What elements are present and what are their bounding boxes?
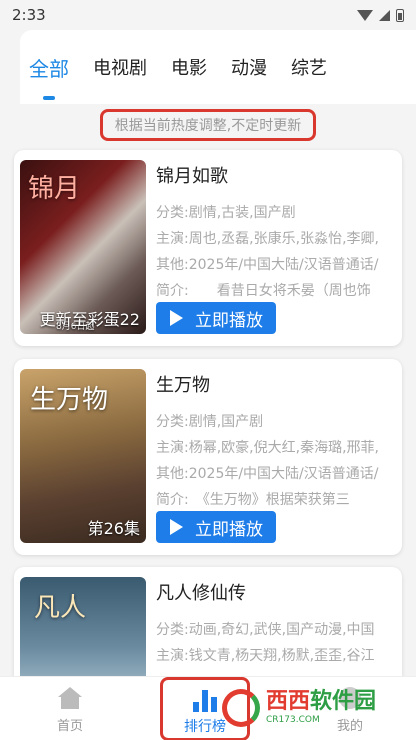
site-watermark: 西西软件园 CR173.COM [222, 686, 400, 730]
watermark-sub: CR173.COM [266, 715, 320, 725]
tab-movies[interactable]: 电影 [162, 54, 216, 80]
item-other: 其他:2025年/中国大陆/汉语普通话/ [156, 466, 379, 482]
tab-label: 全部 [29, 56, 69, 81]
tab-label: 综艺 [291, 58, 327, 79]
poster-title: 生万物 [30, 385, 109, 415]
item-category: 分类:动画,奇幻,武侠,国产动漫,中国 [156, 622, 375, 638]
status-icons [357, 8, 404, 22]
nav-home-label: 首页 [56, 719, 83, 734]
play-button-label: 立即播放 [195, 310, 263, 331]
play-button-label: 立即播放 [195, 519, 263, 540]
active-tab-indicator [43, 95, 55, 100]
item-title[interactable]: 凡人修仙传 [156, 579, 396, 605]
item-info: 锦月如歌 分类:剧情,古装,国产剧 主演:周也,丞磊,张康乐,张淼怡,李卿, 其… [156, 162, 396, 306]
watermark-text-a: 西西 [266, 689, 311, 714]
bar-chart-icon [192, 688, 218, 712]
poster-title: 锦月 [28, 174, 81, 204]
nav-home[interactable]: 首页 [40, 687, 100, 734]
tab-anime[interactable]: 动漫 [222, 54, 276, 80]
watermark-text: 西西软件园 CR173.COM [266, 689, 377, 726]
play-now-button[interactable]: 立即播放 [156, 302, 276, 334]
category-tabs: 全部 电视剧 电影 动漫 综艺 [20, 30, 416, 104]
list-item[interactable]: 锦月 8月6日起 更新至彩蛋22 锦月如歌 分类:剧情,古装,国产剧 主演:周也… [14, 150, 402, 346]
poster-title: 凡人 [34, 593, 87, 623]
item-cast: 主演:杨幂,欧豪,倪大红,秦海璐,邢菲, [156, 440, 379, 456]
wifi-icon [357, 9, 373, 21]
item-info: 生万物 分类:剧情,国产剧 主演:杨幂,欧豪,倪大红,秦海璐,邢菲, 其他:20… [156, 371, 396, 515]
status-time: 2:33 [12, 6, 46, 24]
tab-label: 电视剧 [93, 58, 147, 79]
item-category: 分类:剧情,古装,国产剧 [156, 205, 296, 221]
poster-image[interactable]: 锦月 8月6日起 更新至彩蛋22 [20, 160, 146, 334]
tab-label: 动漫 [231, 58, 267, 79]
tab-tv-series[interactable]: 电视剧 [84, 54, 156, 80]
watermark-text-b: 软件园 [310, 689, 377, 714]
item-info: 凡人修仙传 分类:动画,奇幻,武侠,国产动漫,中国 主演:钱文青,杨天翔,杨默,… [156, 579, 396, 671]
tab-all[interactable]: 全部 [20, 53, 78, 100]
episode-badge: 更新至彩蛋22 [39, 310, 140, 329]
tab-variety[interactable]: 综艺 [282, 54, 336, 80]
home-icon [58, 687, 82, 709]
nav-ranking-label: 排行榜 [184, 719, 226, 735]
watermark-logo-icon [222, 689, 260, 727]
play-now-button[interactable]: 立即播放 [156, 511, 276, 543]
notice-bar: 根据当前热度调整,不定时更新 [0, 106, 416, 144]
tab-label: 电影 [171, 58, 207, 79]
play-icon [170, 310, 183, 326]
item-title[interactable]: 锦月如歌 [156, 162, 396, 188]
play-icon [170, 519, 183, 535]
signal-icon [379, 9, 390, 21]
item-title[interactable]: 生万物 [156, 371, 396, 397]
episode-badge: 第26集 [87, 519, 140, 538]
poster-image[interactable]: 生万物 第26集 [20, 369, 146, 543]
item-category: 分类:剧情,国产剧 [156, 414, 264, 430]
item-other: 其他:2025年/中国大陆/汉语普通话/ [156, 257, 379, 273]
ranking-notice: 根据当前热度调整,不定时更新 [99, 109, 317, 141]
battery-icon [396, 8, 404, 22]
status-bar: 2:33 [0, 0, 416, 30]
item-cast: 主演:周也,丞磊,张康乐,张淼怡,李卿, [156, 231, 379, 247]
list-item[interactable]: 生万物 第26集 生万物 分类:剧情,国产剧 主演:杨幂,欧豪,倪大红,秦海璐,… [14, 359, 402, 555]
item-cast: 主演:钱文青,杨天翔,杨默,歪歪,谷江 [156, 648, 375, 664]
